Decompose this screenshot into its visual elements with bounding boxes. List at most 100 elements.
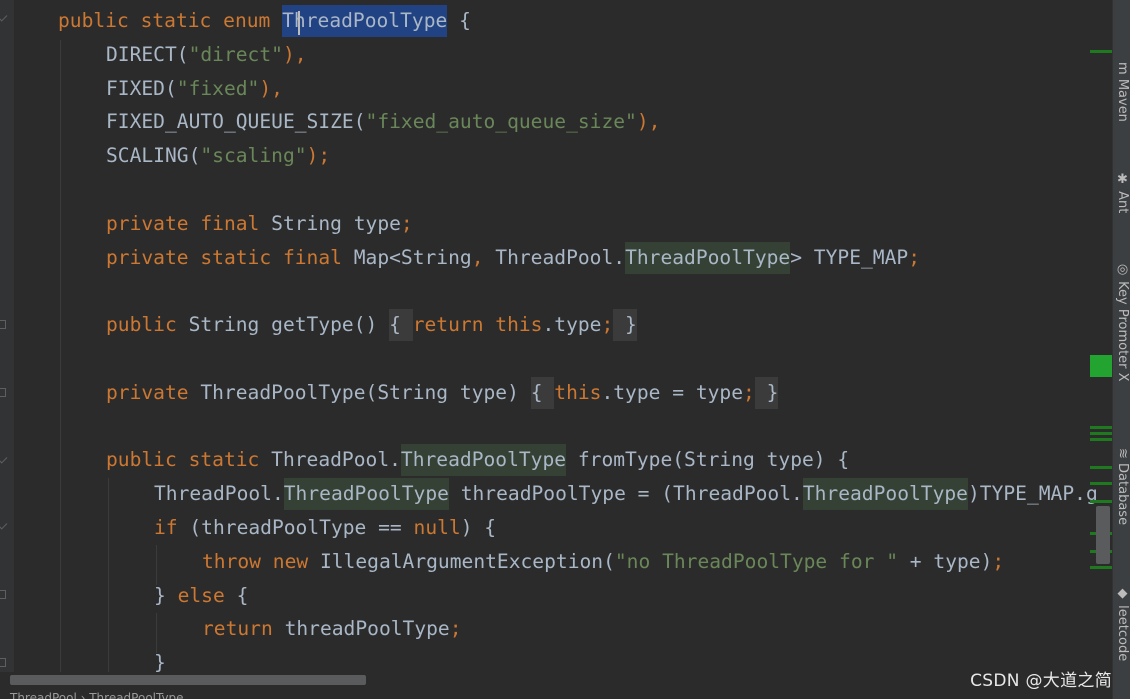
stripe-mark[interactable] [1090, 426, 1112, 429]
code-line[interactable]: FIXED_AUTO_QUEUE_SIZE("fixed_auto_queue_… [106, 105, 660, 139]
code-token: threadPoolType [284, 617, 450, 641]
tool-window-key-promoter[interactable]: ◎ Key Promoter X [1113, 262, 1130, 382]
usage-highlight-token: ThreadPoolType [400, 448, 567, 472]
code-token: "no ThreadPoolType for " [614, 549, 899, 573]
code-token: fromType(String type) { [566, 448, 850, 472]
code-token: "fixed" [176, 76, 260, 100]
tool-window-maven[interactable]: m Maven [1113, 62, 1130, 122]
code-token: , [471, 245, 496, 269]
breadcrumb-text[interactable]: ThreadPool › ThreadPoolType [10, 691, 184, 699]
breadcrumb[interactable]: ThreadPool › ThreadPoolType [0, 686, 1112, 699]
code-token: Map<String [353, 245, 472, 269]
code-line[interactable]: public static enum ThreadPoolType { [58, 4, 471, 38]
code-token: )TYPE_MAP.g [967, 482, 1098, 506]
code-token: public static enum [58, 9, 283, 32]
tool-window-label: Database [1115, 463, 1130, 526]
code-line[interactable]: private ThreadPoolType(String type) { th… [106, 376, 779, 410]
code-token: { [447, 9, 471, 32]
code-editor[interactable]: public static enum ThreadPoolType {DIREC… [14, 0, 1112, 672]
code-token: throw new [202, 549, 320, 573]
code-token: String getType() [188, 313, 390, 337]
code-token: ThreadPoolType(String type) [200, 380, 531, 404]
stripe-mark[interactable] [1090, 432, 1112, 435]
code-line[interactable]: if (threadPoolType == null) { [154, 511, 496, 545]
code-token: this [554, 380, 602, 404]
code-token: FIXED_AUTO_QUEUE_SIZE( [106, 110, 366, 134]
ant-icon: ✱ [1115, 172, 1130, 187]
tool-window-label: Ant [1115, 191, 1130, 214]
stripe-mark[interactable] [1090, 355, 1112, 377]
fold-icon[interactable] [0, 590, 6, 599]
tool-window-label: Key Promoter X [1115, 281, 1130, 382]
horizontal-scrollbar-thumb[interactable] [10, 675, 366, 685]
code-token: ) { [460, 516, 497, 539]
right-tool-window-bar: m Maven ✱ Ant ◎ Key Promoter X ≋ Databas… [1112, 0, 1130, 699]
code-token: .type [542, 313, 602, 337]
stripe-mark[interactable] [1090, 482, 1112, 485]
watermark: CSDN @大道之简 [970, 671, 1112, 691]
stripe-mark[interactable] [1090, 500, 1112, 503]
indent-guide [108, 478, 109, 672]
code-token: ; [449, 617, 462, 641]
usage-highlight-token: ThreadPoolType [625, 245, 791, 269]
code-token: else [177, 583, 237, 607]
code-token: } [154, 651, 166, 672]
stripe-mark[interactable] [1090, 50, 1112, 53]
fold-icon[interactable] [0, 14, 7, 24]
code-token: ; [601, 313, 614, 337]
code-line[interactable]: SCALING("scaling"); [106, 139, 330, 173]
code-token: (threadPoolType == [189, 516, 414, 539]
code-token: > TYPE_MAP [790, 245, 909, 269]
code-line[interactable]: } [154, 646, 166, 672]
horizontal-scrollbar[interactable] [0, 672, 1112, 686]
code-line[interactable]: public String getType() { return this.ty… [106, 308, 637, 342]
code-token: DIRECT( [106, 42, 189, 66]
code-line[interactable]: throw new IllegalArgumentException("no T… [202, 545, 1004, 579]
code-token: + type) [898, 549, 993, 573]
code-line[interactable]: DIRECT("direct"), [106, 38, 307, 72]
code-token: } [754, 380, 779, 404]
text-caret [298, 11, 300, 35]
code-token: return this [412, 313, 543, 337]
stripe-mark[interactable] [1090, 466, 1112, 469]
code-line[interactable]: } else { [154, 579, 248, 613]
code-token: ; [992, 549, 1005, 573]
code-token: public static [106, 448, 272, 472]
code-token: ; [400, 211, 413, 235]
code-line[interactable]: private final String type; [106, 207, 413, 241]
tool-window-database[interactable]: ≋ Database [1113, 448, 1130, 525]
code-line[interactable]: public static ThreadPool.ThreadPoolType … [106, 443, 849, 477]
code-token: ThreadPool. [154, 482, 284, 506]
error-stripe[interactable] [1086, 0, 1112, 672]
fold-icon[interactable] [0, 456, 7, 466]
code-line[interactable]: FIXED("fixed"), [106, 72, 283, 106]
vertical-scrollbar-thumb[interactable] [1096, 506, 1110, 564]
indent-guide [60, 40, 61, 672]
code-token: IllegalArgumentException( [319, 549, 615, 573]
fold-icon[interactable] [0, 388, 6, 397]
editor-gutter[interactable] [0, 0, 14, 699]
code-line[interactable]: private static final Map<String, ThreadP… [106, 241, 920, 275]
code-token: ; [908, 245, 920, 269]
code-token: "scaling" [200, 144, 307, 168]
code-token: ; [743, 380, 755, 404]
database-icon: ≋ [1115, 448, 1130, 459]
code-line[interactable]: ThreadPool.ThreadPoolType threadPoolType… [154, 477, 1098, 511]
code-token: { [389, 313, 413, 337]
code-token: ThreadPool. [495, 245, 626, 269]
tool-window-leetcode[interactable]: ◆ leetcode [1113, 586, 1130, 661]
code-line[interactable]: return threadPoolType; [202, 612, 462, 646]
fold-icon[interactable] [0, 658, 6, 667]
stripe-mark[interactable] [1090, 566, 1112, 569]
stripe-mark[interactable] [1090, 438, 1112, 441]
code-token: } [154, 583, 178, 607]
maven-icon: m [1115, 62, 1130, 75]
code-token: private final [106, 211, 272, 235]
code-token: ), [259, 76, 283, 100]
fold-icon[interactable] [0, 320, 6, 329]
usage-highlight-token: ThreadPoolType [802, 482, 968, 506]
usage-highlight-token: ThreadPoolType [283, 482, 449, 506]
tool-window-ant[interactable]: ✱ Ant [1113, 172, 1130, 213]
code-token: SCALING( [106, 144, 201, 168]
fold-icon[interactable] [0, 522, 7, 532]
